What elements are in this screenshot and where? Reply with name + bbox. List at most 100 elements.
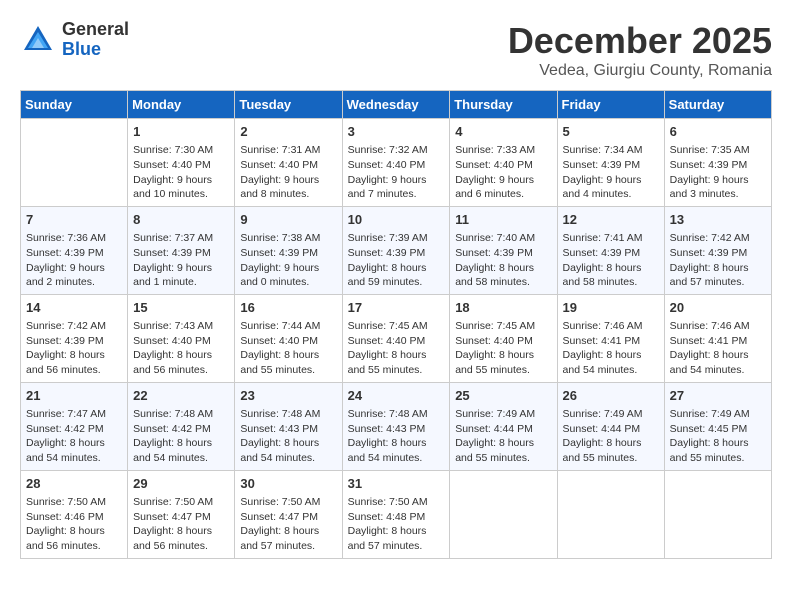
day-number: 2 — [240, 123, 336, 141]
calendar-cell — [664, 470, 771, 558]
calendar-cell: 31 Sunrise: 7:50 AMSunset: 4:48 PMDayligh… — [342, 470, 450, 558]
calendar-cell: 8 Sunrise: 7:37 AMSunset: 4:39 PMDaylight… — [128, 206, 235, 294]
calendar-header: SundayMondayTuesdayWednesdayThursdayFrid… — [21, 91, 772, 119]
calendar: SundayMondayTuesdayWednesdayThursdayFrid… — [20, 90, 772, 559]
calendar-cell: 28 Sunrise: 7:50 AMSunset: 4:46 PMDayligh… — [21, 470, 128, 558]
day-number: 18 — [455, 299, 551, 317]
day-info: Sunrise: 7:50 AMSunset: 4:48 PMDaylight:… — [348, 495, 445, 554]
day-info: Sunrise: 7:44 AMSunset: 4:40 PMDaylight:… — [240, 319, 336, 378]
calendar-cell: 20 Sunrise: 7:46 AMSunset: 4:41 PMDayligh… — [664, 294, 771, 382]
calendar-cell: 25 Sunrise: 7:49 AMSunset: 4:44 PMDayligh… — [450, 382, 557, 470]
day-number: 31 — [348, 475, 445, 493]
day-info: Sunrise: 7:42 AMSunset: 4:39 PMDaylight:… — [670, 231, 766, 290]
day-info: Sunrise: 7:48 AMSunset: 4:43 PMDaylight:… — [348, 407, 445, 466]
day-info: Sunrise: 7:50 AMSunset: 4:47 PMDaylight:… — [240, 495, 336, 554]
day-number: 15 — [133, 299, 229, 317]
week-row-3: 14 Sunrise: 7:42 AMSunset: 4:39 PMDayligh… — [21, 294, 772, 382]
day-info: Sunrise: 7:38 AMSunset: 4:39 PMDaylight:… — [240, 231, 336, 290]
day-info: Sunrise: 7:50 AMSunset: 4:46 PMDaylight:… — [26, 495, 122, 554]
day-number: 6 — [670, 123, 766, 141]
calendar-cell: 9Sunrise: 7:38 AMSunset: 4:39 PMDaylight… — [235, 206, 342, 294]
calendar-cell: 4Sunrise: 7:33 AMSunset: 4:40 PMDaylight… — [450, 119, 557, 207]
month-title: December 2025 — [508, 20, 772, 62]
day-number: 24 — [348, 387, 445, 405]
day-number: 3 — [348, 123, 445, 141]
day-number: 28 — [26, 475, 122, 493]
calendar-cell: 13Sunrise: 7:42 AMSunset: 4:39 PMDayligh… — [664, 206, 771, 294]
day-info: Sunrise: 7:30 AMSunset: 4:40 PMDaylight:… — [133, 143, 229, 202]
week-row-4: 21Sunrise: 7:47 AMSunset: 4:42 PMDayligh… — [21, 382, 772, 470]
calendar-cell — [557, 470, 664, 558]
day-number: 8 — [133, 211, 229, 229]
header-row: SundayMondayTuesdayWednesdayThursdayFrid… — [21, 91, 772, 119]
day-info: Sunrise: 7:48 AMSunset: 4:42 PMDaylight:… — [133, 407, 229, 466]
day-number: 1 — [133, 123, 229, 141]
calendar-cell: 27Sunrise: 7:49 AMSunset: 4:45 PMDayligh… — [664, 382, 771, 470]
title-block: December 2025 Vedea, Giurgiu County, Rom… — [508, 20, 772, 80]
calendar-cell: 12 Sunrise: 7:41 AMSunset: 4:39 PMDayligh… — [557, 206, 664, 294]
day-number: 16 — [240, 299, 336, 317]
day-number: 4 — [455, 123, 551, 141]
calendar-cell: 18 Sunrise: 7:45 AMSunset: 4:40 PMDayligh… — [450, 294, 557, 382]
calendar-cell: 22Sunrise: 7:48 AMSunset: 4:42 PMDayligh… — [128, 382, 235, 470]
day-info: Sunrise: 7:41 AMSunset: 4:39 PMDaylight:… — [563, 231, 659, 290]
day-number: 21 — [26, 387, 122, 405]
day-number: 26 — [563, 387, 659, 405]
day-info: Sunrise: 7:42 AMSunset: 4:39 PMDaylight:… — [26, 319, 122, 378]
day-number: 20 — [670, 299, 766, 317]
calendar-cell: 1 Sunrise: 7:30 AMSunset: 4:40 PMDaylight… — [128, 119, 235, 207]
day-info: Sunrise: 7:50 AMSunset: 4:47 PMDaylight:… — [133, 495, 229, 554]
week-row-5: 28 Sunrise: 7:50 AMSunset: 4:46 PMDayligh… — [21, 470, 772, 558]
calendar-cell: 7 Sunrise: 7:36 AMSunset: 4:39 PMDaylight… — [21, 206, 128, 294]
day-info: Sunrise: 7:43 AMSunset: 4:40 PMDaylight:… — [133, 319, 229, 378]
day-number: 5 — [563, 123, 659, 141]
calendar-cell — [450, 470, 557, 558]
day-info: Sunrise: 7:49 AMSunset: 4:45 PMDaylight:… — [670, 407, 766, 466]
day-number: 11 — [455, 211, 551, 229]
day-of-week-friday: Friday — [557, 91, 664, 119]
calendar-cell: 19Sunrise: 7:46 AMSunset: 4:41 PMDayligh… — [557, 294, 664, 382]
day-info: Sunrise: 7:46 AMSunset: 4:41 PMDaylight:… — [670, 319, 766, 378]
day-info: Sunrise: 7:35 AMSunset: 4:39 PMDaylight:… — [670, 143, 766, 202]
day-info: Sunrise: 7:49 AMSunset: 4:44 PMDaylight:… — [455, 407, 551, 466]
day-info: Sunrise: 7:31 AMSunset: 4:40 PMDaylight:… — [240, 143, 336, 202]
logo-icon — [20, 22, 56, 58]
day-number: 14 — [26, 299, 122, 317]
calendar-cell: 16 Sunrise: 7:44 AMSunset: 4:40 PMDayligh… — [235, 294, 342, 382]
day-info: Sunrise: 7:48 AMSunset: 4:43 PMDaylight:… — [240, 407, 336, 466]
day-number: 25 — [455, 387, 551, 405]
calendar-cell: 24 Sunrise: 7:48 AMSunset: 4:43 PMDayligh… — [342, 382, 450, 470]
calendar-cell: 15 Sunrise: 7:43 AMSunset: 4:40 PMDayligh… — [128, 294, 235, 382]
calendar-cell: 10Sunrise: 7:39 AMSunset: 4:39 PMDayligh… — [342, 206, 450, 294]
calendar-cell: 11Sunrise: 7:40 AMSunset: 4:39 PMDayligh… — [450, 206, 557, 294]
day-number: 17 — [348, 299, 445, 317]
week-row-1: 1 Sunrise: 7:30 AMSunset: 4:40 PMDaylight… — [21, 119, 772, 207]
calendar-cell: 29 Sunrise: 7:50 AMSunset: 4:47 PMDayligh… — [128, 470, 235, 558]
day-number: 23 — [240, 387, 336, 405]
logo-blue-text: Blue — [62, 39, 101, 59]
calendar-cell: 30 Sunrise: 7:50 AMSunset: 4:47 PMDayligh… — [235, 470, 342, 558]
calendar-body: 1 Sunrise: 7:30 AMSunset: 4:40 PMDaylight… — [21, 119, 772, 559]
day-info: Sunrise: 7:49 AMSunset: 4:44 PMDaylight:… — [563, 407, 659, 466]
day-info: Sunrise: 7:39 AMSunset: 4:39 PMDaylight:… — [348, 231, 445, 290]
week-row-2: 7 Sunrise: 7:36 AMSunset: 4:39 PMDaylight… — [21, 206, 772, 294]
day-info: Sunrise: 7:45 AMSunset: 4:40 PMDaylight:… — [455, 319, 551, 378]
calendar-cell — [21, 119, 128, 207]
day-number: 19 — [563, 299, 659, 317]
calendar-cell: 17 Sunrise: 7:45 AMSunset: 4:40 PMDayligh… — [342, 294, 450, 382]
day-info: Sunrise: 7:37 AMSunset: 4:39 PMDaylight:… — [133, 231, 229, 290]
day-info: Sunrise: 7:36 AMSunset: 4:39 PMDaylight:… — [26, 231, 122, 290]
day-info: Sunrise: 7:34 AMSunset: 4:39 PMDaylight:… — [563, 143, 659, 202]
page-header: General Blue December 2025 Vedea, Giurgi… — [20, 20, 772, 80]
day-number: 7 — [26, 211, 122, 229]
day-number: 29 — [133, 475, 229, 493]
location: Vedea, Giurgiu County, Romania — [508, 62, 772, 80]
day-number: 30 — [240, 475, 336, 493]
day-of-week-thursday: Thursday — [450, 91, 557, 119]
calendar-cell: 26 Sunrise: 7:49 AMSunset: 4:44 PMDayligh… — [557, 382, 664, 470]
calendar-cell: 21Sunrise: 7:47 AMSunset: 4:42 PMDayligh… — [21, 382, 128, 470]
calendar-cell: 14 Sunrise: 7:42 AMSunset: 4:39 PMDayligh… — [21, 294, 128, 382]
day-number: 12 — [563, 211, 659, 229]
day-info: Sunrise: 7:45 AMSunset: 4:40 PMDaylight:… — [348, 319, 445, 378]
calendar-cell: 23 Sunrise: 7:48 AMSunset: 4:43 PMDayligh… — [235, 382, 342, 470]
